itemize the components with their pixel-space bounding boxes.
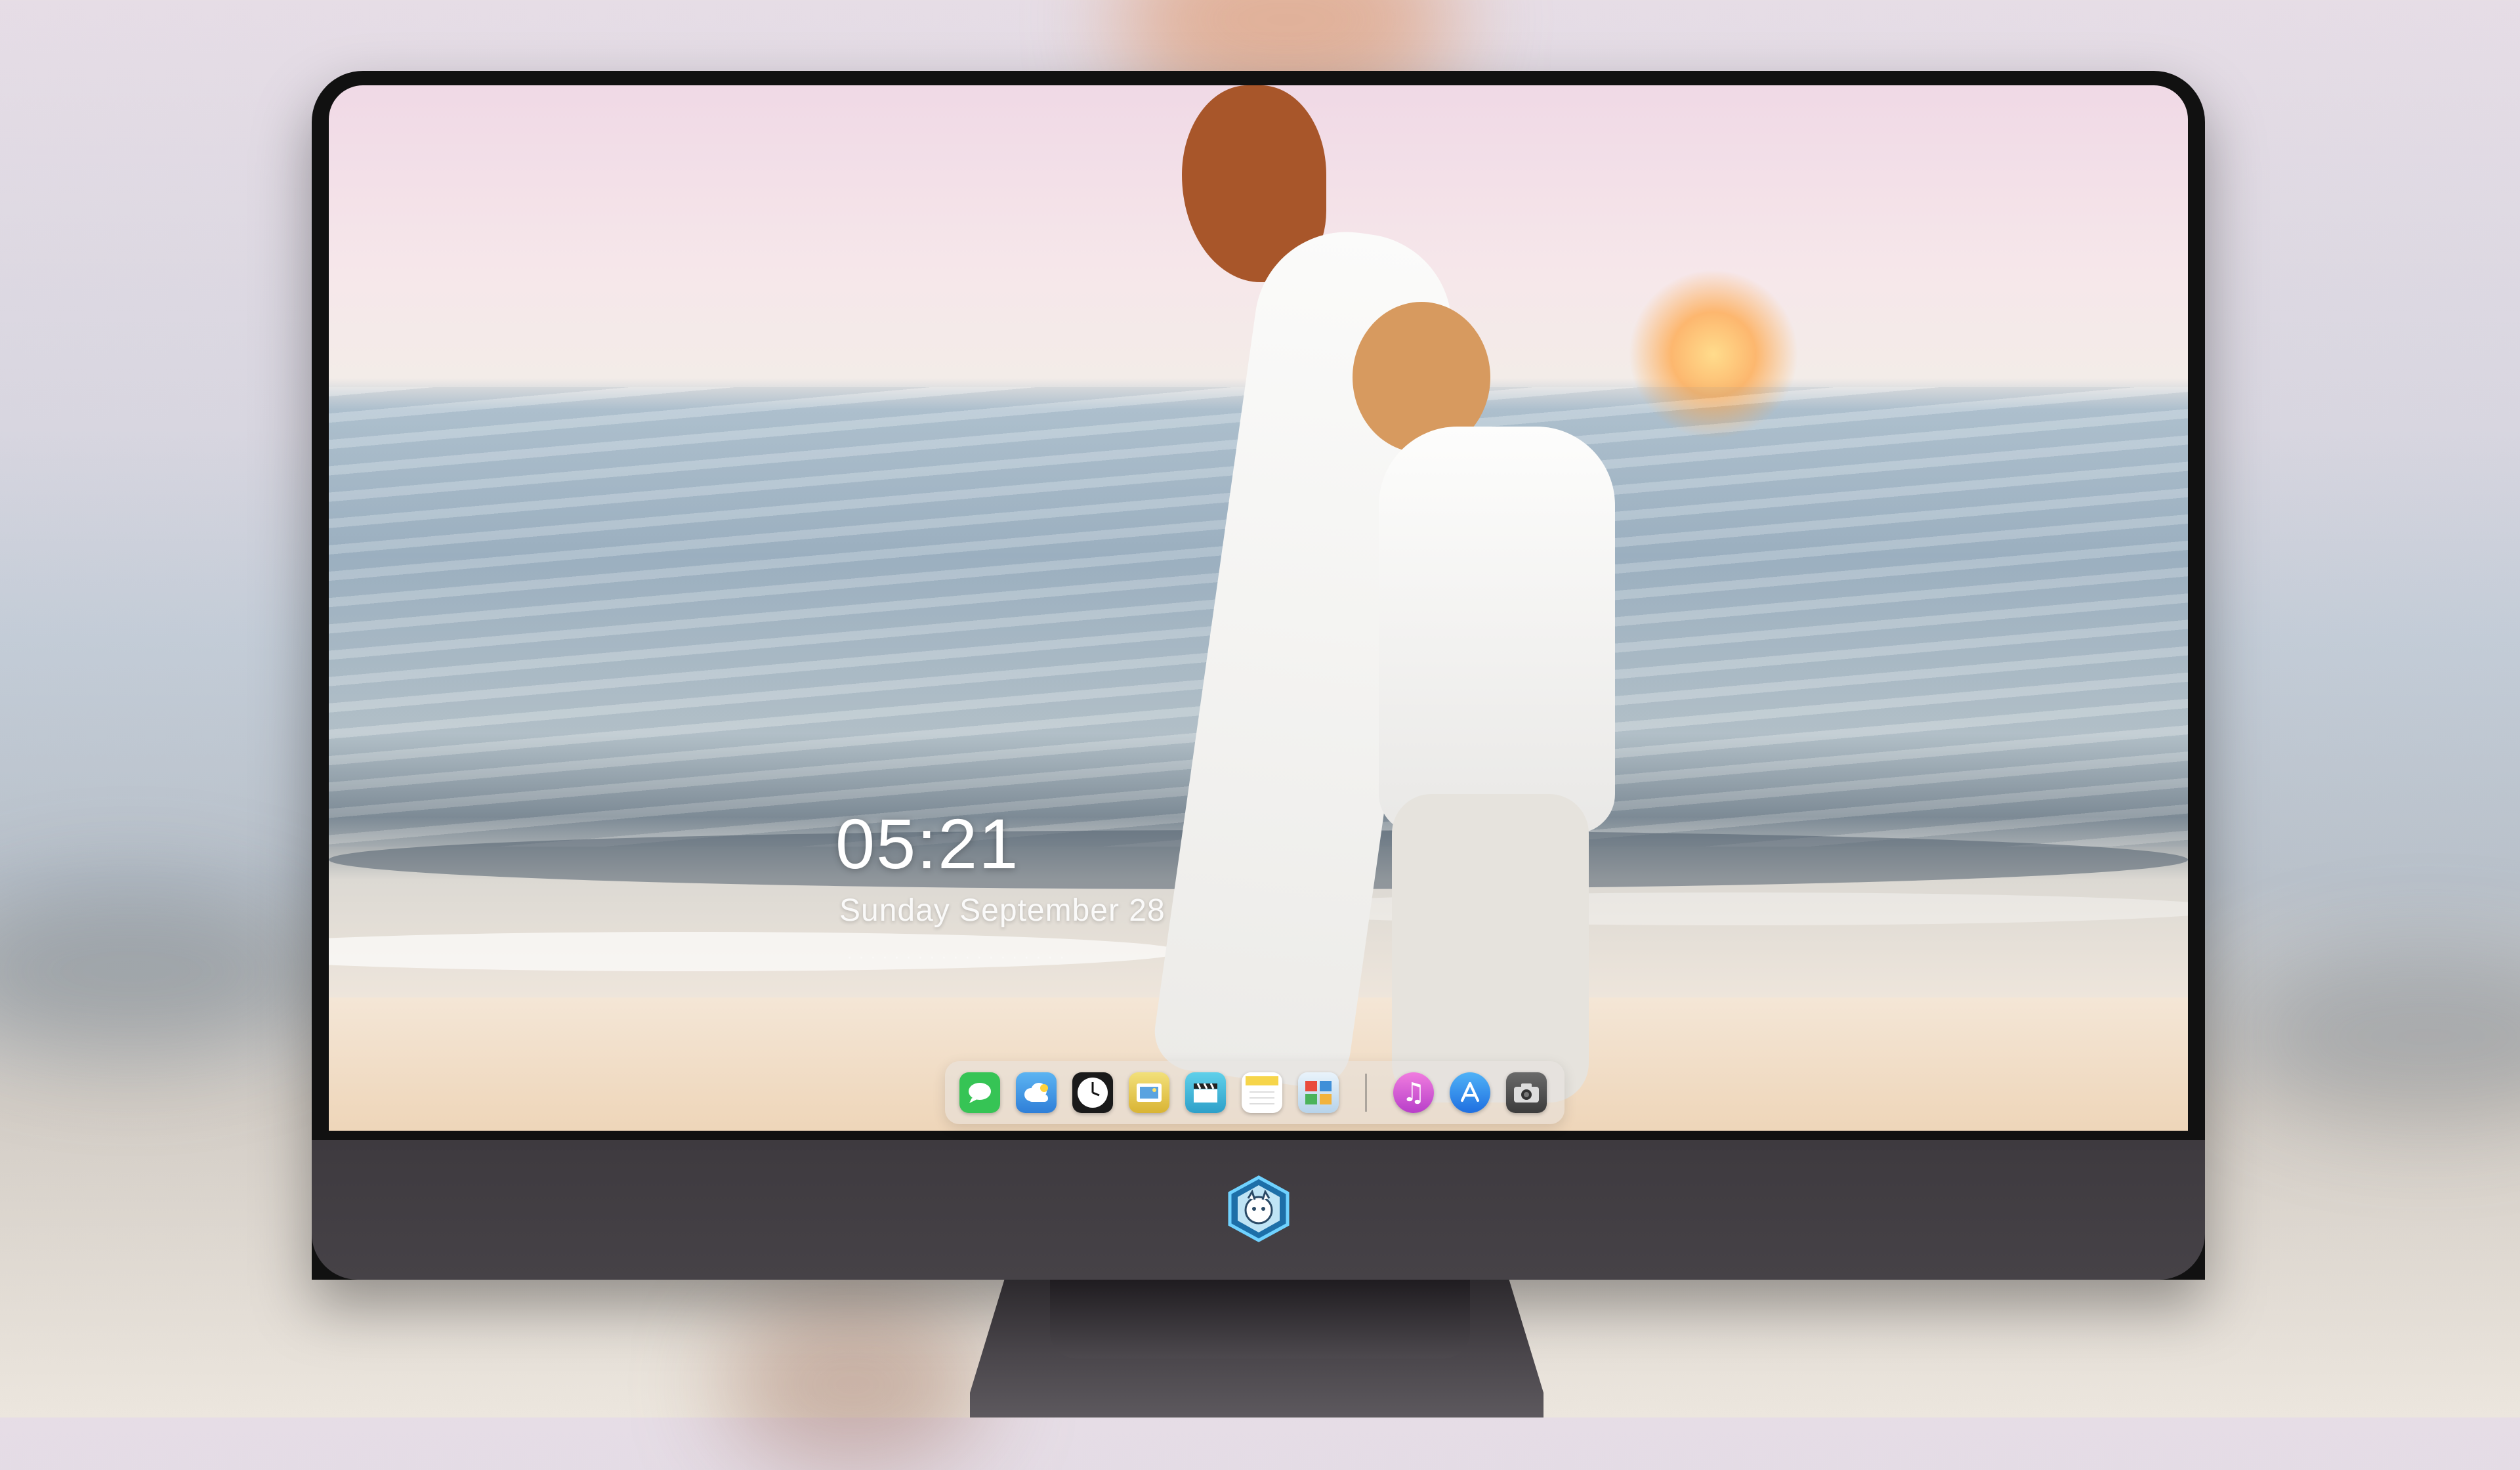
photo-stack-icon[interactable]	[1298, 1072, 1339, 1113]
background-blur-bottom	[722, 1299, 984, 1470]
background-blur-right	[2231, 952, 2520, 1122]
background-blur-left	[0, 886, 328, 1057]
app-store-icon[interactable]	[1450, 1072, 1490, 1113]
lock-screen[interactable]: 05:21 Sunday September 28 · · · · · · · …	[329, 85, 2188, 1131]
lock-date: Sunday September 28	[839, 893, 1166, 928]
lock-hint: · · · · · · · · · · · · · · · · · · ·	[847, 950, 1066, 967]
cloud-icon[interactable]	[1016, 1072, 1057, 1113]
music-note-icon[interactable]: ♫	[1393, 1072, 1434, 1113]
monitor-stand-neck	[1050, 1280, 1470, 1358]
clapperboard-icon[interactable]	[1185, 1072, 1226, 1113]
man-shorts	[1392, 794, 1589, 1102]
message-bubble-icon[interactable]	[959, 1072, 1000, 1113]
lock-time: 05:21	[835, 804, 1020, 883]
app-dock: ♫	[945, 1061, 1564, 1124]
clock-icon[interactable]	[1072, 1072, 1113, 1113]
dock-separator	[1365, 1074, 1367, 1112]
man-shirt	[1379, 427, 1615, 833]
wave-foam-right	[1248, 892, 2188, 925]
picture-frame-icon[interactable]	[1129, 1072, 1169, 1113]
notepad-icon[interactable]	[1242, 1072, 1282, 1113]
mascot-logo-icon	[1225, 1175, 1293, 1243]
camera-icon[interactable]	[1506, 1072, 1547, 1113]
